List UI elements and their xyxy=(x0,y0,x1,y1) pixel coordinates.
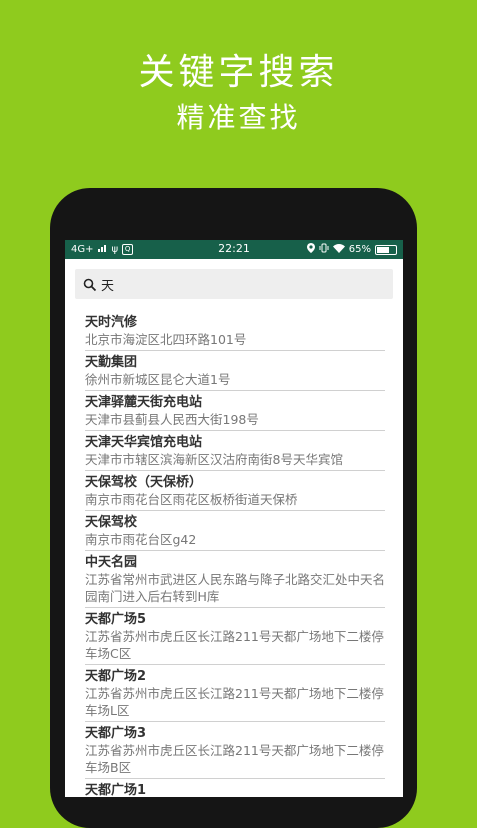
result-name: 天都广场2 xyxy=(85,669,147,684)
result-name: 天都广场5 xyxy=(85,612,147,627)
result-address: 江苏省常州市武进区人民东路与降子北路交汇处中天名园南门进入后右转到H库 xyxy=(85,572,386,604)
search-box[interactable] xyxy=(75,269,393,299)
result-name: 天津天华宾馆充电站 xyxy=(85,435,203,450)
location-icon xyxy=(306,243,315,257)
battery-fill xyxy=(377,247,389,253)
result-name: 天保驾校（天保桥） xyxy=(85,475,203,490)
result-item[interactable]: 天津驿麓天街充电站天津市县蓟县人民西大街198号 xyxy=(85,391,385,431)
promo-title: 关键字搜索 xyxy=(138,52,339,93)
result-item[interactable]: 天津天华宾馆充电站天津市市辖区滨海新区汉沽府南街8号天华宾馆 xyxy=(85,431,385,471)
wifi-icon xyxy=(332,243,345,257)
battery-icon xyxy=(375,245,397,255)
result-address: 北京市海淀区北四环路101号 xyxy=(85,332,247,347)
search-area xyxy=(65,259,403,305)
results-list: 天时汽修 北京市海淀区北四环路101号 天勤集团 徐州市新城区昆仑大道1号 天津驿麓天街… xyxy=(65,305,403,797)
result-item[interactable]: 天都广场3 江苏省苏州市虎丘区长江路211号天都广场地下二楼停车场B区 xyxy=(85,722,385,779)
result-address: 南京市雨花台区雨花区板桥街道天保桥 xyxy=(85,492,298,507)
result-name: 天时汽修 xyxy=(85,315,138,330)
result-name: 天津驿麓天街充电站 xyxy=(85,395,203,410)
search-icon xyxy=(83,277,97,292)
result-item[interactable]: 天时汽修北京市海淀区北四环路101号 xyxy=(85,311,385,351)
phone-screen: 4G+ ψ Q 22:21 65% 天 天时汽修 北京市海淀区北四环路101号 … xyxy=(65,240,403,797)
result-address: 徐州市新城区昆仑大道1号 xyxy=(85,372,231,387)
status-bar: 4G+ ψ Q 22:21 65% xyxy=(65,240,403,259)
result-name: 中天名园 xyxy=(85,555,138,570)
result-address: 江苏省苏州市虎丘区长江路211号天都广场地下二楼停车场B区 xyxy=(85,743,384,775)
promo-subtitle: 精准查找 xyxy=(176,101,301,134)
result-address: 天津市县蓟县人民西大街198号 xyxy=(85,412,259,427)
result-name: 天勤集团 xyxy=(85,355,138,370)
result-name: 天都广场3 xyxy=(85,726,147,741)
result-item[interactable]: 中天名园江苏省常州市武进区人民东路与降子北路交汇处中天名园南门进入后右转到H库 xyxy=(85,551,385,608)
result-item[interactable]: 天勤集团徐州市新城区昆仑大道1号 xyxy=(85,351,385,391)
result-item[interactable]: 天都广场5 江苏省苏州市虎丘区长江路211号天都广场地下二楼停车场C区 xyxy=(85,608,385,665)
vibrate-icon xyxy=(319,243,329,257)
search-input[interactable] xyxy=(101,276,361,292)
result-item[interactable]: 天都广场2 江苏省苏州市虎丘区长江路211号天都广场地下二楼停车场L区 xyxy=(85,665,385,722)
result-address: 南京市雨花台区g42 xyxy=(85,532,197,547)
result-item[interactable]: 天都广场1江苏省苏州市虎丘区长江路211号天都广场地下二楼停车场A区 xyxy=(85,779,385,797)
result-address: 天津市市辖区滨海新区汉沽府南街8号天华宾馆 xyxy=(85,452,343,467)
result-address: 江苏省苏州市虎丘区长江路211号天都广场地下二楼停车场L区 xyxy=(85,686,384,718)
result-item[interactable]: 天保驾校南京市雨花台区g42 xyxy=(85,511,385,551)
result-item[interactable]: 天保驾校（天保桥） 南京市雨花台区雨花区板桥街道天保桥 xyxy=(85,471,385,511)
result-address: 江苏省苏州市虎丘区长江路211号天都广场地下二楼停车场C区 xyxy=(85,629,384,661)
result-name: 天保驾校 xyxy=(85,515,138,530)
battery-percent: 65% xyxy=(348,244,371,255)
result-name: 天都广场1 xyxy=(85,783,147,797)
